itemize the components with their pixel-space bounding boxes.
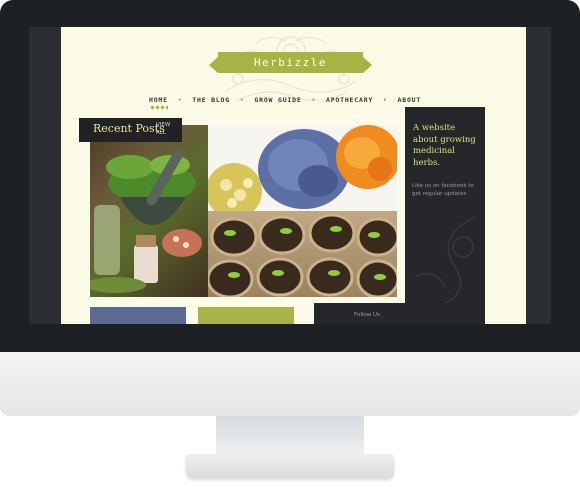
site-logo[interactable]: Herbizzle [209,52,372,73]
teaser-block-green[interactable] [198,307,294,324]
monitor-screen: Herbizzle HOME • THE BLOG • GROW GUIDE •… [29,27,551,324]
site-header: Herbizzle HOME • THE BLOG • GROW GUIDE •… [61,27,526,113]
nav-grow-guide[interactable]: GROW GUIDE [254,96,301,104]
featured-photo-collage[interactable] [90,125,397,297]
follow-us-label: Follow Us [354,312,380,318]
website: Herbizzle HOME • THE BLOG • GROW GUIDE •… [61,27,526,324]
mortar-pestle-photo[interactable] [90,125,208,297]
sidebar-panel: A website about growing medicinal herbs.… [405,107,485,324]
teaser-block-blue[interactable] [90,307,186,324]
nav-separator: • [383,96,388,104]
sidebar-headline: A website about growing medicinal herbs. [413,123,476,168]
flowers-photo-art [206,125,397,219]
nav-separator: • [177,96,183,104]
view-all-line-1: VIEW [156,122,171,128]
nav-apothecary[interactable]: APOTHECARY [326,96,373,104]
seedlings-photo[interactable] [206,211,397,297]
lavender-calendula-photo[interactable] [206,125,397,219]
recent-posts-title: Recent Posts [93,122,165,135]
seedlings-photo-art [206,213,397,297]
facebook-blurb[interactable]: Like us on facebook to get regular updat… [412,182,480,198]
view-all-link[interactable]: VIEW ALL [156,121,174,137]
swirl-ornament-icon [414,216,476,313]
monitor-stand-foot [186,454,394,478]
main-nav: HOME • THE BLOG • GROW GUIDE • APOTHECAR… [149,94,422,111]
nav-the-blog[interactable]: THE BLOG [192,96,230,104]
monitor-bezel: Herbizzle HOME • THE BLOG • GROW GUIDE •… [0,0,580,352]
imac-mockup: Herbizzle HOME • THE BLOG • GROW GUIDE •… [0,0,580,487]
view-all-line-2: ALL [156,130,166,136]
monitor-chin [0,352,580,416]
recent-posts-label: Recent Posts VIEW ALL [79,118,182,142]
nav-separator: • [311,96,316,104]
footer-dark-band [314,303,485,324]
nav-about[interactable]: ABOUT [398,96,422,104]
mortar-photo-art [90,148,202,293]
nav-separator: • [240,96,245,104]
nav-home[interactable]: HOME [149,96,168,111]
monitor-stand-neck [216,416,364,458]
